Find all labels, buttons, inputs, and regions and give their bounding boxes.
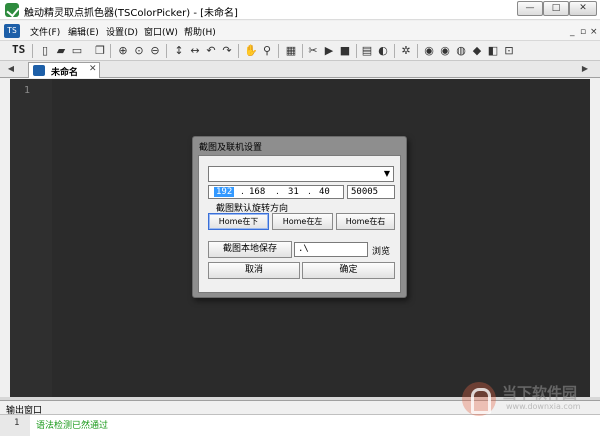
menu-logo-icon[interactable]: TS xyxy=(4,24,20,38)
ip-dot: . xyxy=(241,187,244,197)
color-pick-6-icon[interactable]: ⊡ xyxy=(502,44,516,58)
color-pick-5-icon[interactable]: ◧ xyxy=(486,44,500,58)
output-line-number: 1 xyxy=(14,418,20,428)
gear-icon[interactable]: ✲ xyxy=(399,44,413,58)
document-tab-bar: ◀ 未命名 ✕ ▶ xyxy=(0,61,600,78)
color-pick-1-icon[interactable]: ◉ xyxy=(422,44,436,58)
new-file-icon[interactable]: ▯ xyxy=(38,44,52,58)
output-gutter: 1 xyxy=(0,415,30,436)
save-path-value: .\ xyxy=(298,244,309,254)
zoom-reset-icon[interactable]: ⊙ xyxy=(132,44,146,58)
menu-settings[interactable]: 设置(D) xyxy=(106,25,138,38)
ip-octet-2[interactable]: 168 xyxy=(249,187,265,197)
color-pick-3-icon[interactable]: ◍ xyxy=(454,44,468,58)
toolbar: TS ▯ ▰ ▭ ❐ ⊕ ⊙ ⊖ ↕ ↔ ↶ ↷ ✋ ⚲ ▦ ✂ ▶ ■ ▤ ◐… xyxy=(0,40,600,61)
tab-untitled[interactable]: 未命名 ✕ xyxy=(28,62,100,78)
menu-file[interactable]: 文件(F) xyxy=(30,25,60,38)
toolbar-separator xyxy=(238,44,239,58)
toolbar-separator xyxy=(356,44,357,58)
undo-icon[interactable]: ↶ xyxy=(204,44,218,58)
maximize-button[interactable]: □ xyxy=(543,1,569,16)
mdi-close-button[interactable]: × xyxy=(590,27,598,37)
color-pick-4-icon[interactable]: ◆ xyxy=(470,44,484,58)
ip-octet-3[interactable]: 31 xyxy=(288,187,299,197)
search-icon[interactable]: ⚲ xyxy=(260,44,274,58)
ip-dot: . xyxy=(308,187,311,197)
ip-octet-1[interactable]: 192 xyxy=(214,187,235,197)
cancel-button[interactable]: 取消 xyxy=(208,262,300,279)
home-right-button[interactable]: Home在右 xyxy=(336,213,395,230)
toolbar-separator xyxy=(166,44,167,58)
port-input[interactable]: 50005 xyxy=(347,185,395,199)
output-message: 语法检测已然通过 xyxy=(36,421,109,431)
copy-icon[interactable]: ❐ xyxy=(93,44,107,58)
toolbar-separator xyxy=(110,44,111,58)
toolbar-separator xyxy=(417,44,418,58)
chevron-down-icon: ▼ xyxy=(383,169,390,178)
ip-address-input[interactable]: 192 . 168 . 31 . 40 xyxy=(208,185,344,199)
script-file-icon xyxy=(33,65,45,76)
line-number: 1 xyxy=(24,85,31,96)
line-number-gutter: 1 xyxy=(10,79,52,397)
watermark-logo-icon xyxy=(462,382,496,416)
home-bottom-button[interactable]: Home在下 xyxy=(208,213,269,230)
minimize-button[interactable]: — xyxy=(517,1,543,16)
window-title: 触动精灵取点抓色器(TSColorPicker) - [未命名] xyxy=(24,8,238,19)
watermark: 当下软件园 www.downxia.com xyxy=(462,380,592,420)
watermark-text: 当下软件园 xyxy=(502,384,578,402)
toolbar-separator xyxy=(278,44,279,58)
zoom-in-icon[interactable]: ⊕ xyxy=(116,44,130,58)
tab-close-icon[interactable]: ✕ xyxy=(89,64,97,74)
device-select[interactable]: ▼ xyxy=(208,166,394,182)
title-bar: 触动精灵取点抓色器(TSColorPicker) - [未命名] — □ ✕ xyxy=(0,0,600,20)
save-local-button[interactable]: 截图本地保存 xyxy=(208,241,292,258)
hand-icon[interactable]: ✋ xyxy=(244,44,258,58)
toolbar-separator xyxy=(32,44,33,58)
screenshot-settings-dialog: 截图及联机设置 ▼ 192 . 168 . 31 . 40 50005 截图默认… xyxy=(192,136,407,298)
menu-edit[interactable]: 编辑(E) xyxy=(68,25,99,38)
menu-window[interactable]: 窗口(W) xyxy=(144,25,178,38)
save-path-input[interactable]: .\ xyxy=(294,242,368,257)
grid-icon[interactable]: ▤ xyxy=(360,44,374,58)
move-horizontal-icon[interactable]: ↔ xyxy=(188,44,202,58)
toolbar-separator xyxy=(394,44,395,58)
toolbar-logo-icon: TS xyxy=(12,43,26,56)
home-left-button[interactable]: Home在左 xyxy=(272,213,333,230)
save-icon[interactable]: ▭ xyxy=(70,44,84,58)
open-folder-icon[interactable]: ▰ xyxy=(54,44,68,58)
tab-scroll-right-icon[interactable]: ▶ xyxy=(580,63,590,75)
app-logo-icon xyxy=(5,3,19,17)
play-icon[interactable]: ▶ xyxy=(322,44,336,58)
mdi-minimize-button[interactable]: _ xyxy=(570,27,575,37)
tab-label: 未命名 xyxy=(51,68,79,78)
dialog-title: 截图及联机设置 xyxy=(199,143,263,153)
browse-button[interactable]: 浏览 xyxy=(372,244,390,257)
close-button[interactable]: ✕ xyxy=(569,1,597,16)
tab-scroll-left-icon[interactable]: ◀ xyxy=(6,63,16,75)
move-vertical-icon[interactable]: ↕ xyxy=(172,44,186,58)
watermark-url: www.downxia.com xyxy=(506,402,581,411)
color-pick-2-icon[interactable]: ◉ xyxy=(438,44,452,58)
screenshot-icon[interactable]: ▦ xyxy=(284,44,298,58)
mdi-restore-button[interactable]: ▫ xyxy=(580,27,586,37)
ip-dot: . xyxy=(276,187,279,197)
port-value: 50005 xyxy=(351,187,379,197)
dialog-body: ▼ 192 . 168 . 31 . 40 50005 截图默认旋转方向 Hom… xyxy=(198,155,401,293)
palette-icon[interactable]: ◐ xyxy=(376,44,390,58)
menu-bar: TS 文件(F) 编辑(E) 设置(D) 窗口(W) 帮助(H) _ ▫ × xyxy=(0,21,600,40)
toolbar-separator xyxy=(302,44,303,58)
zoom-out-icon[interactable]: ⊖ xyxy=(148,44,162,58)
menu-help[interactable]: 帮助(H) xyxy=(184,25,216,38)
cut-icon[interactable]: ✂ xyxy=(306,44,320,58)
redo-icon[interactable]: ↷ xyxy=(220,44,234,58)
ip-octet-4[interactable]: 40 xyxy=(319,187,330,197)
ok-button[interactable]: 确定 xyxy=(302,262,395,279)
stop-icon[interactable]: ■ xyxy=(338,44,352,58)
